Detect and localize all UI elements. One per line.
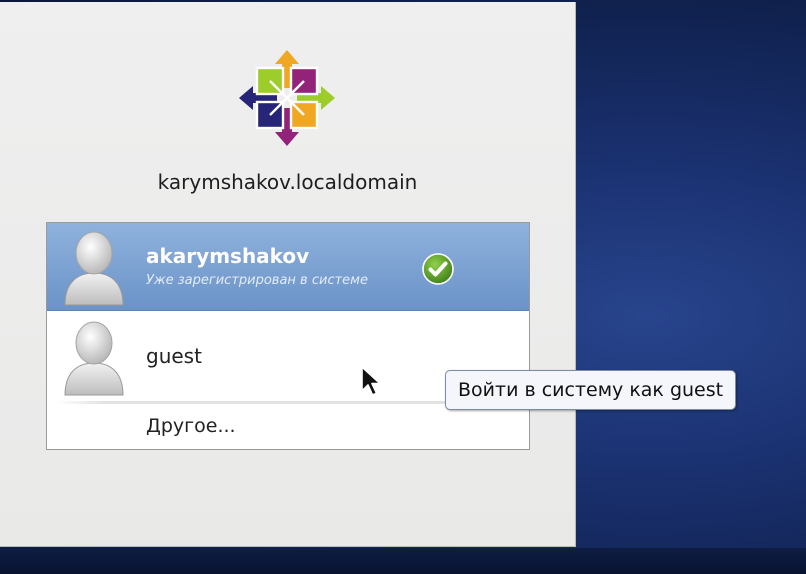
username-label: guest	[146, 344, 202, 368]
other-user-label: Другое...	[146, 415, 236, 437]
user-row-akarymshakov[interactable]: akarymshakov Уже зарегистрирован в систе…	[47, 223, 529, 311]
user-status-label: Уже зарегистрирован в системе	[146, 273, 368, 288]
login-panel: karymshakov.localdomain akarymshakov Уже…	[0, 2, 576, 547]
desktop-bottom-band	[0, 548, 806, 574]
user-avatar-icon	[64, 321, 124, 396]
check-icon	[422, 253, 454, 285]
other-user-row[interactable]: Другое...	[47, 405, 529, 449]
hostname-label: karymshakov.localdomain	[157, 170, 418, 194]
user-avatar-icon	[64, 231, 124, 306]
login-tooltip: Войти в систему как guest	[445, 370, 737, 410]
user-list: akarymshakov Уже зарегистрирован в систе…	[46, 222, 530, 450]
centos-logo-icon	[239, 50, 335, 146]
username-label: akarymshakov	[146, 244, 310, 268]
mouse-pointer-icon	[361, 366, 381, 396]
